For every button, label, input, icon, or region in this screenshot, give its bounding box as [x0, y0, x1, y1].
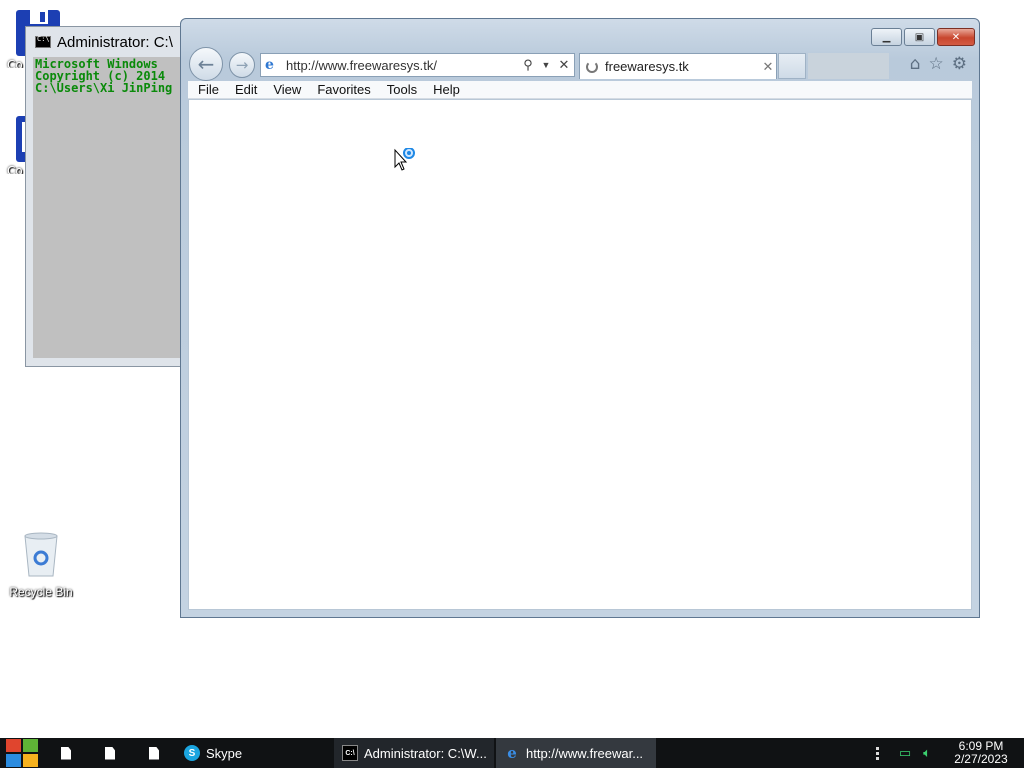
tray-overflow-icon[interactable] — [876, 746, 880, 760]
document-icon — [61, 746, 71, 760]
restore-icon: ▣ — [914, 31, 925, 43]
windows-logo-icon — [6, 739, 38, 767]
menu-file[interactable]: File — [198, 82, 219, 97]
skype-icon: S — [184, 745, 200, 761]
cmd-icon — [35, 35, 51, 48]
forward-arrow-icon: → — [235, 56, 249, 74]
network-icon[interactable]: ▭ — [894, 746, 916, 761]
maximize-button[interactable]: ▣ — [904, 28, 935, 46]
back-button[interactable]: ← — [189, 47, 223, 81]
stop-icon[interactable]: ✕ — [556, 57, 572, 73]
cmd-title: Administrator: C:\ — [57, 33, 173, 51]
tab-strip-blank — [808, 53, 889, 79]
busy-cursor-icon — [394, 148, 415, 171]
ie-icon: e — [507, 744, 517, 762]
pinned-app-2[interactable] — [88, 738, 132, 768]
document-icon — [149, 746, 159, 760]
system-tray: ▭ 🔈︎ 6:09 PM 2/27/2023 — [876, 738, 1024, 768]
browser-tools: ⌂ ☆ ⚙ — [910, 54, 967, 74]
page-content[interactable] — [188, 99, 972, 610]
taskbar-skype-label: Skype — [206, 745, 243, 761]
desktop-icon-recycle-bin[interactable]: Recycle Bin — [6, 532, 76, 599]
address-url[interactable]: http://www.freewaresys.tk/ — [286, 58, 520, 73]
taskbar-ie-label: http://www.freewar... — [526, 745, 644, 761]
menu-tools[interactable]: Tools — [387, 82, 417, 97]
dropdown-icon[interactable]: ▼ — [538, 60, 554, 70]
new-tab-button[interactable] — [778, 53, 806, 79]
cmd-window[interactable]: Administrator: C:\ Microsoft WindowsCopy… — [25, 26, 195, 367]
window-controls: ▁ ▣ ✕ — [871, 28, 975, 46]
start-button[interactable] — [0, 738, 44, 768]
cmd-icon: C:\ — [342, 745, 358, 761]
clock-date: 2/27/2023 — [954, 752, 1008, 766]
address-bar[interactable]: e http://www.freewaresys.tk/ ⚲ ▼ ✕ — [260, 53, 575, 77]
taskbar-ie[interactable]: e http://www.freewar... — [496, 738, 656, 768]
forward-button[interactable]: → — [229, 52, 255, 78]
ie-page-icon: e — [265, 57, 274, 73]
desktop-icon-label: Co — [7, 58, 23, 68]
clock[interactable]: 6:09 PM 2/27/2023 — [938, 740, 1024, 766]
minimize-button[interactable]: ▁ — [871, 28, 902, 46]
document-icon — [105, 746, 115, 760]
cmd-line: C:\Users\Xi JinPing — [35, 81, 173, 95]
menu-edit[interactable]: Edit — [235, 82, 257, 97]
menu-view[interactable]: View — [273, 82, 301, 97]
tab-freewaresys[interactable]: freewaresys.tk ✕ — [579, 53, 777, 79]
desktop-icon-label: Co — [7, 164, 23, 174]
gear-icon[interactable]: ⚙ — [952, 54, 967, 74]
ie-window[interactable]: ▁ ▣ ✕ ← → e http://www.freewaresys.tk/ ⚲… — [180, 18, 980, 618]
back-arrow-icon: ← — [197, 52, 215, 76]
volume-icon[interactable]: 🔈︎ — [916, 746, 938, 761]
star-icon[interactable]: ☆ — [929, 54, 944, 74]
menu-favorites[interactable]: Favorites — [317, 82, 370, 97]
menu-bar: File Edit View Favorites Tools Help — [188, 81, 972, 99]
taskbar-cmd-label: Administrator: C:\W... — [364, 745, 487, 761]
cmd-console[interactable]: Microsoft Windows Copyright (c) 2014 C:\Us… — [33, 57, 194, 358]
close-icon: ✕ — [951, 31, 961, 43]
cmd-title-bar[interactable]: Administrator: C:\ — [26, 27, 194, 57]
taskbar-cmd[interactable]: C:\ Administrator: C:\W... — [334, 738, 494, 768]
tab-close-icon[interactable]: ✕ — [760, 59, 776, 75]
close-button[interactable]: ✕ — [937, 28, 975, 46]
recycle-bin-label: Recycle Bin — [9, 585, 73, 599]
pinned-app-3[interactable] — [132, 738, 176, 768]
taskbar: S Skype C:\ Administrator: C:\W... e htt… — [0, 738, 1024, 768]
recycle-bin-icon — [24, 532, 58, 577]
menu-help[interactable]: Help — [433, 82, 460, 97]
tab-title: freewaresys.tk — [605, 59, 689, 74]
home-icon[interactable]: ⌂ — [910, 54, 921, 74]
pinned-app-1[interactable] — [44, 738, 88, 768]
loading-spinner-icon — [586, 60, 598, 73]
minimize-icon: ▁ — [882, 31, 891, 43]
search-icon[interactable]: ⚲ — [520, 57, 536, 73]
taskbar-skype[interactable]: S Skype — [176, 738, 326, 768]
